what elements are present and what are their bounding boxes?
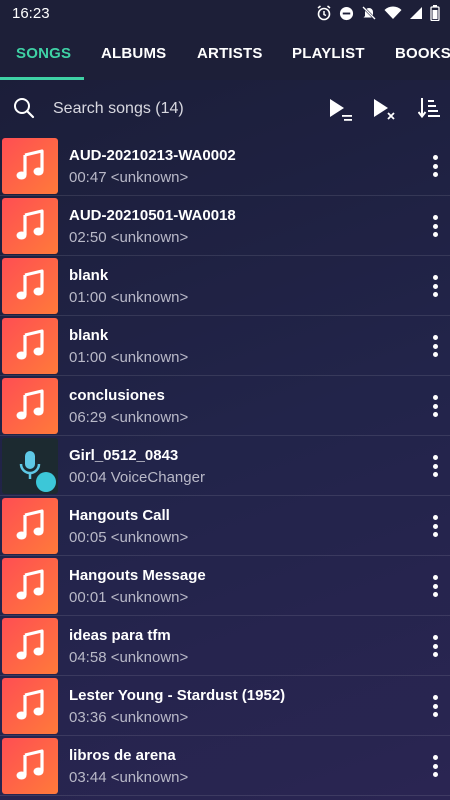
song-subtitle: 06:29 <unknown> — [69, 409, 189, 426]
search-icon[interactable] — [13, 97, 35, 119]
more-options-icon[interactable] — [432, 275, 438, 297]
status-time: 16:23 — [12, 4, 50, 22]
sort-icon[interactable] — [418, 96, 440, 122]
song-row[interactable]: blank 01:00 <unknown> — [0, 316, 450, 376]
music-note-icon — [16, 149, 44, 180]
more-options-icon[interactable] — [432, 215, 438, 237]
music-note-icon — [16, 509, 44, 540]
more-options-icon[interactable] — [432, 635, 438, 657]
play-queue-icon[interactable] — [328, 96, 354, 122]
song-thumbnail — [2, 438, 58, 494]
tab-albums[interactable]: ALBUMS — [101, 45, 166, 62]
song-subtitle: 01:00 <unknown> — [69, 349, 189, 366]
tab-artists[interactable]: ARTISTS — [197, 45, 263, 62]
music-note-icon — [16, 689, 44, 720]
status-icons — [316, 5, 440, 21]
song-title: Girl_0512_0843 — [69, 447, 179, 464]
song-subtitle: 00:47 <unknown> — [69, 169, 189, 186]
song-row[interactable]: libros de arena 03:44 <unknown> — [0, 736, 450, 796]
song-thumbnail — [2, 258, 58, 314]
shuffle-play-icon[interactable] — [372, 96, 398, 122]
song-subtitle: 00:05 <unknown> — [69, 529, 189, 546]
song-thumbnail — [2, 378, 58, 434]
song-title: AUD-20210501-WA0018 — [69, 207, 236, 224]
song-subtitle: 00:04 VoiceChanger — [69, 469, 205, 486]
song-row[interactable]: Hangouts Message 00:01 <unknown> — [0, 556, 450, 616]
song-thumbnail — [2, 618, 58, 674]
battery-icon — [430, 5, 440, 21]
more-options-icon[interactable] — [432, 695, 438, 717]
tab-books[interactable]: BOOKS — [395, 45, 450, 62]
song-subtitle: 01:00 <unknown> — [69, 289, 189, 306]
more-options-icon[interactable] — [432, 755, 438, 777]
app-badge-icon — [36, 472, 56, 492]
tab-bar: SONGS ALBUMS ARTISTS PLAYLIST BOOKS — [0, 26, 450, 80]
tab-songs[interactable]: SONGS — [16, 45, 71, 62]
more-options-icon[interactable] — [432, 395, 438, 417]
song-title: AUD-20210213-WA0002 — [69, 147, 236, 164]
song-row[interactable]: AUD-20210213-WA0002 00:47 <unknown> — [0, 136, 450, 196]
song-row[interactable]: Hangouts Call 00:05 <unknown> — [0, 496, 450, 556]
more-options-icon[interactable] — [432, 155, 438, 177]
song-row[interactable]: AUD-20210501-WA0018 02:50 <unknown> — [0, 196, 450, 256]
song-title: Lester Young - Stardust (1952) — [69, 687, 286, 704]
more-options-icon[interactable] — [432, 455, 438, 477]
song-title: Hangouts Call — [69, 507, 170, 524]
song-thumbnail — [2, 678, 58, 734]
more-options-icon[interactable] — [432, 515, 438, 537]
song-row[interactable]: conclusiones 06:29 <unknown> — [0, 376, 450, 436]
music-note-icon — [16, 569, 44, 600]
song-thumbnail — [2, 558, 58, 614]
song-thumbnail — [2, 138, 58, 194]
song-thumbnail — [2, 498, 58, 554]
song-thumbnail — [2, 318, 58, 374]
song-subtitle: 00:01 <unknown> — [69, 589, 189, 606]
signal-icon — [410, 7, 422, 19]
song-title: blank — [69, 327, 109, 344]
more-options-icon[interactable] — [432, 575, 438, 597]
song-subtitle: 04:58 <unknown> — [69, 649, 189, 666]
song-subtitle: 03:36 <unknown> — [69, 709, 189, 726]
search-input[interactable]: Search songs (14) — [53, 100, 184, 118]
song-title: Hangouts Message — [69, 567, 206, 584]
song-thumbnail — [2, 198, 58, 254]
song-subtitle: 03:44 <unknown> — [69, 769, 189, 786]
song-title: libros de arena — [69, 747, 176, 764]
song-subtitle: 02:50 <unknown> — [69, 229, 189, 246]
song-row[interactable]: Lester Young - Stardust (1952) 03:36 <unk… — [0, 676, 450, 736]
song-title: blank — [69, 267, 109, 284]
tab-playlist[interactable]: PLAYLIST — [292, 45, 365, 62]
song-row[interactable]: blank 01:00 <unknown> — [0, 256, 450, 316]
dnd-icon — [339, 6, 354, 20]
music-note-icon — [16, 209, 44, 240]
music-note-icon — [16, 629, 44, 660]
song-list: AUD-20210213-WA0002 00:47 <unknown> AUD-20… — [0, 136, 450, 796]
status-bar: 16:23 — [0, 0, 450, 26]
song-row[interactable]: ideas para tfm 04:58 <unknown> — [0, 616, 450, 676]
song-row[interactable]: Girl_0512_0843 00:04 VoiceChanger — [0, 436, 450, 496]
music-note-icon — [16, 749, 44, 780]
song-title: ideas para tfm — [69, 627, 171, 644]
mute-icon — [362, 6, 376, 20]
wifi-icon — [384, 6, 402, 19]
music-note-icon — [16, 269, 44, 300]
music-note-icon — [16, 329, 44, 360]
search-bar: Search songs (14) — [0, 80, 450, 138]
more-options-icon[interactable] — [432, 335, 438, 357]
song-thumbnail — [2, 738, 58, 794]
alarm-icon — [317, 5, 331, 21]
song-title: conclusiones — [69, 387, 165, 404]
music-note-icon — [16, 389, 44, 420]
